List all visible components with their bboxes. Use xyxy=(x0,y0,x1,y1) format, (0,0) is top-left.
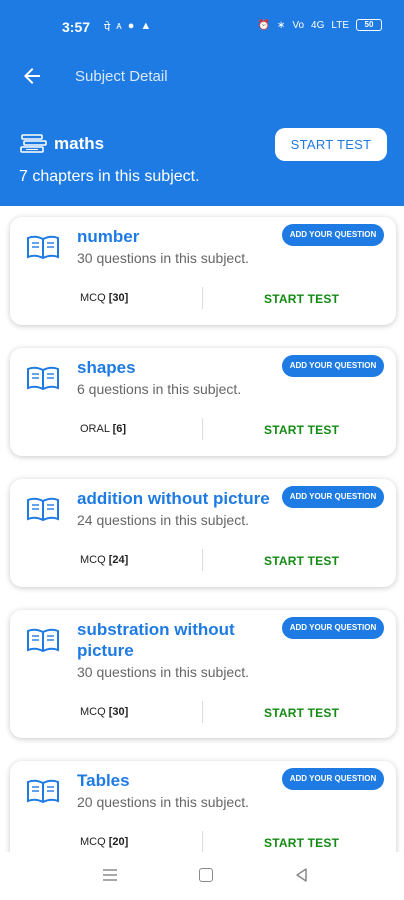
chapter-title: number xyxy=(77,227,140,246)
books-icon xyxy=(20,134,47,153)
status-bar: 3:57 पे ᴀ ● ▲ ⏰ ∗ Vo 4G LTE 50 xyxy=(0,0,404,44)
volte-icon: Vo xyxy=(292,19,305,31)
alarm-icon: ⏰ xyxy=(257,19,270,31)
add-question-button[interactable]: ADD YOUR QUESTION xyxy=(282,486,384,508)
status-left-icons: पे ᴀ ● ▲ xyxy=(104,20,151,35)
divider xyxy=(202,831,203,852)
chapter-card[interactable]: Tables 20 questions in this subject. ADD… xyxy=(10,761,396,852)
chapter-subtitle: 30 questions in this subject. xyxy=(77,250,249,266)
status-right-icons: ⏰ ∗ Vo 4G LTE 50 xyxy=(258,19,382,31)
chapter-card[interactable]: number 30 questions in this subject. ADD… xyxy=(10,217,396,325)
question-type: MCQ [30] xyxy=(80,292,129,304)
system-nav-bar xyxy=(0,852,404,900)
chapter-subtitle: 24 questions in this subject. xyxy=(77,512,249,528)
subject-header: Subject Detail maths 7 chapters in this … xyxy=(0,44,404,206)
subject-name: maths xyxy=(54,134,105,153)
chapter-subtitle: 20 questions in this subject. xyxy=(77,794,249,810)
chapter-start-test-button[interactable]: START TEST xyxy=(264,836,339,850)
network-icon: 4G xyxy=(311,19,325,31)
divider xyxy=(202,287,203,309)
add-question-button[interactable]: ADD YOUR QUESTION xyxy=(282,224,384,246)
divider xyxy=(202,549,203,571)
chapter-start-test-button[interactable]: START TEST xyxy=(264,423,339,437)
chapter-title: Tables xyxy=(77,771,130,790)
back-triangle-icon[interactable] xyxy=(294,867,310,883)
battery-icon: 50 xyxy=(356,19,382,31)
divider xyxy=(202,701,203,723)
chapter-start-test-button[interactable]: START TEST xyxy=(264,292,339,306)
question-type: ORAL [6] xyxy=(80,423,127,435)
chapter-title: substration without picture xyxy=(77,620,235,660)
chapter-title: addition without picture xyxy=(77,489,270,508)
book-open-icon xyxy=(27,779,59,804)
chapter-start-test-button[interactable]: START TEST xyxy=(264,706,339,720)
chapter-subtitle: 6 questions in this subject. xyxy=(77,381,242,397)
notification-icon: पे xyxy=(104,22,111,34)
question-type: MCQ [20] xyxy=(80,836,129,848)
bluetooth-icon: ∗ xyxy=(276,19,286,31)
book-open-icon xyxy=(27,366,59,391)
chapter-start-test-button[interactable]: START TEST xyxy=(264,554,339,568)
notification-icon: ▲ xyxy=(140,20,152,32)
screen-title: Subject Detail xyxy=(75,68,168,85)
home-icon[interactable] xyxy=(199,868,213,882)
chapter-list[interactable]: number 30 questions in this subject. ADD… xyxy=(0,206,404,852)
menu-icon[interactable] xyxy=(102,868,118,882)
add-question-button[interactable]: ADD YOUR QUESTION xyxy=(282,617,384,639)
signal-icon: LTE xyxy=(331,19,349,31)
back-arrow-icon[interactable] xyxy=(20,64,44,88)
add-question-button[interactable]: ADD YOUR QUESTION xyxy=(282,355,384,377)
chapter-title: shapes xyxy=(77,358,136,377)
book-open-icon xyxy=(27,628,59,653)
book-open-icon xyxy=(27,497,59,522)
chapter-card[interactable]: addition without picture 24 questions in… xyxy=(10,479,396,587)
subject-row: maths xyxy=(20,133,104,155)
question-type: MCQ [30] xyxy=(80,706,129,718)
start-test-button[interactable]: START TEST xyxy=(275,128,387,161)
chapter-card[interactable]: shapes 6 questions in this subject. ADD … xyxy=(10,348,396,456)
chapter-count: 7 chapters in this subject. xyxy=(19,168,200,185)
chapter-card[interactable]: substration without picture 30 questions… xyxy=(10,610,396,738)
chapter-subtitle: 30 questions in this subject. xyxy=(77,664,249,680)
question-type: MCQ [24] xyxy=(80,554,129,566)
book-open-icon xyxy=(27,235,59,260)
notification-icon: ᴀ xyxy=(116,20,122,32)
status-time: 3:57 xyxy=(62,19,91,35)
notification-icon: ● xyxy=(127,20,135,32)
divider xyxy=(202,418,203,440)
add-question-button[interactable]: ADD YOUR QUESTION xyxy=(282,768,384,790)
